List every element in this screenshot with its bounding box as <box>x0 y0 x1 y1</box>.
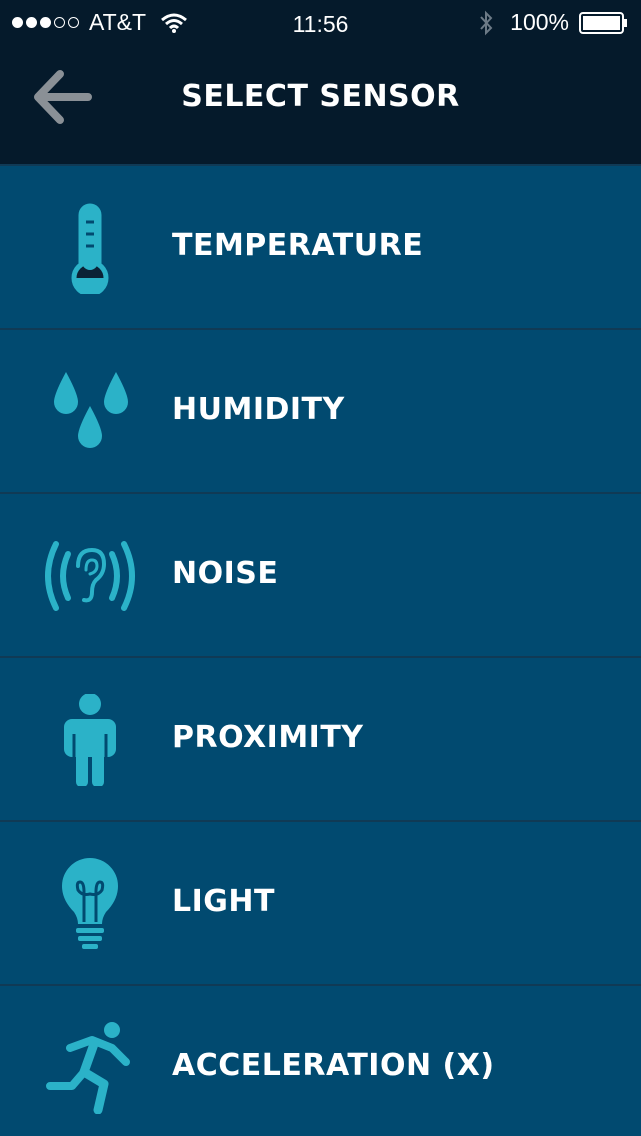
navigation-bar: SELECT SENSOR <box>0 48 641 164</box>
ear-sound-icon <box>45 541 135 611</box>
bluetooth-icon <box>480 10 493 35</box>
sensor-label: PROXIMITY <box>172 720 364 755</box>
sensor-label: TEMPERATURE <box>172 228 424 263</box>
sensor-list: TEMPERATURE HUMIDITY NOISE PROXIMITY LIG… <box>0 164 641 1136</box>
water-drops-icon <box>54 372 128 448</box>
sensor-row-light[interactable]: LIGHT <box>0 820 641 984</box>
sensor-row-temperature[interactable]: TEMPERATURE <box>0 164 641 328</box>
status-bar: AT&T 11:56 100% <box>0 0 641 48</box>
page-title: SELECT SENSOR <box>181 79 460 114</box>
sensor-label: ACCELERATION (X) <box>172 1048 495 1083</box>
sensor-row-acceleration[interactable]: ACCELERATION (X) <box>0 984 641 1136</box>
sensor-row-humidity[interactable]: HUMIDITY <box>0 328 641 492</box>
sensor-row-proximity[interactable]: PROXIMITY <box>0 656 641 820</box>
running-person-icon <box>46 1022 130 1114</box>
light-bulb-icon <box>62 858 118 949</box>
sensor-label: HUMIDITY <box>172 392 345 427</box>
status-right: 100% <box>478 9 629 36</box>
sensor-label: NOISE <box>172 556 279 591</box>
sensor-row-noise[interactable]: NOISE <box>0 492 641 656</box>
person-icon <box>64 694 116 786</box>
battery-percent: 100% <box>510 9 569 35</box>
battery-icon <box>579 11 627 34</box>
thermometer-icon <box>71 203 109 294</box>
sensor-label: LIGHT <box>172 884 275 919</box>
